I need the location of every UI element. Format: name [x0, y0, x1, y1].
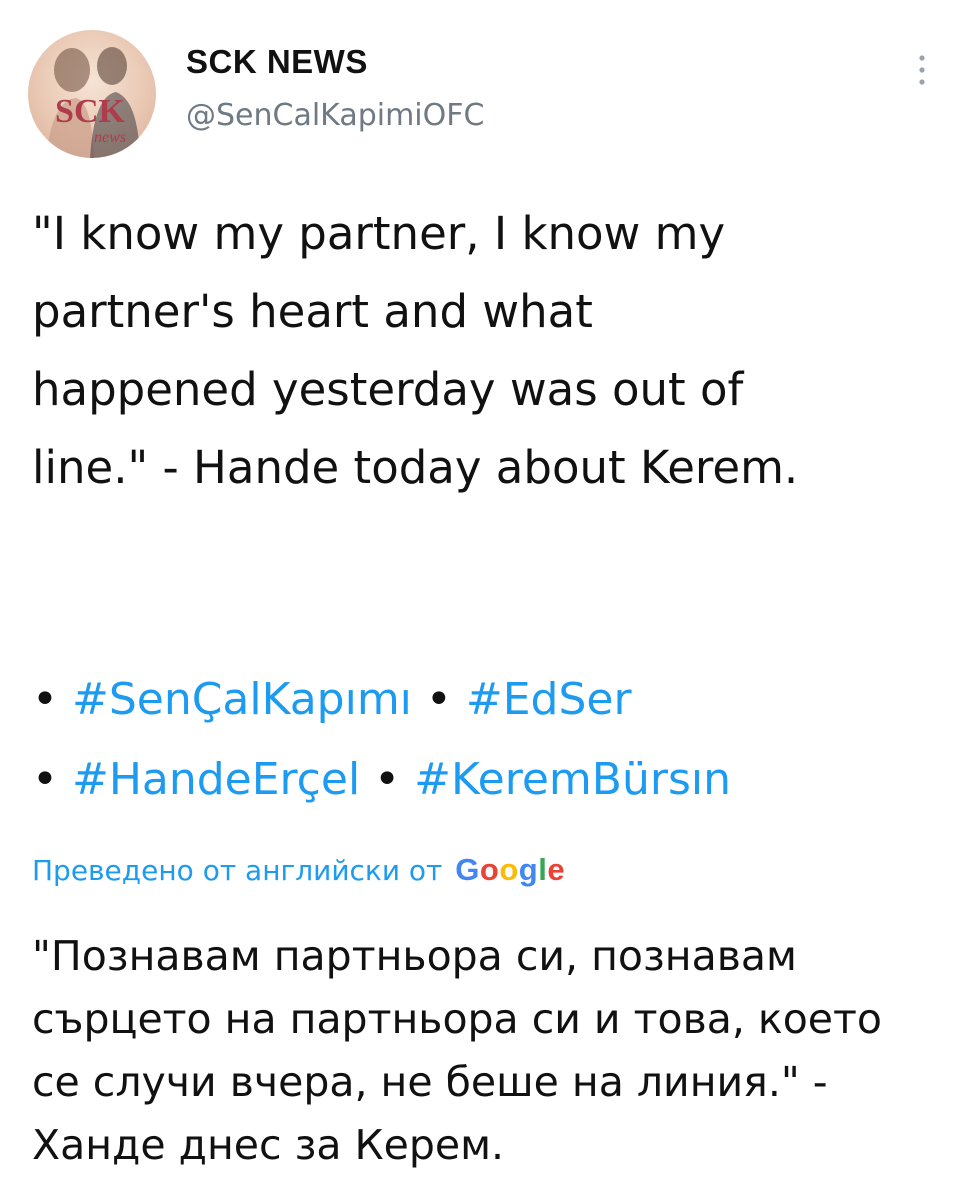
hashtag-list: • #SenÇalKapımı • #EdSer • #HandeErçel •… [32, 660, 932, 820]
google-logo-letter: e [547, 852, 566, 887]
hashtag-line: • #HandeErçel • #KeremBürsın [32, 740, 932, 820]
google-logo-letter: o [499, 852, 519, 887]
google-logo-letter: g [518, 852, 539, 887]
bullet: • [32, 754, 58, 805]
bullet: • [374, 754, 401, 805]
tweet-text: "I know my partner, I know my partner's … [32, 207, 799, 494]
more-options-button[interactable] [900, 40, 944, 100]
avatar[interactable]: SCK news [28, 30, 156, 158]
hashtag-line: • #SenÇalKapımı • #EdSer [32, 660, 932, 740]
google-logo-letter: G [455, 852, 480, 887]
hashtag-link[interactable]: #EdSer [466, 674, 632, 725]
avatar-logo-text: SCK [55, 93, 125, 130]
translation-label: Преведено от английски от [32, 854, 443, 887]
translated-text: "Познавам партньора си, познавам сърцето… [32, 932, 882, 1169]
translation-attribution[interactable]: Преведено от английски от Google [32, 850, 565, 891]
avatar-image: SCK news [46, 47, 140, 158]
google-logo: Google [455, 852, 565, 887]
bullet: • [32, 674, 58, 725]
avatar-logo-subtext: news [94, 129, 126, 146]
display-name[interactable]: SCK NEWS [186, 40, 484, 84]
bullet: • [425, 674, 452, 725]
tweet-card: SCK news SCK NEWS @SenCalKapimiOFC "I kn… [0, 0, 968, 1187]
author-block: SCK NEWS @SenCalKapimiOFC [186, 40, 484, 134]
hashtag-link[interactable]: #HandeErçel [72, 754, 360, 805]
hashtag-link[interactable]: #SenÇalKapımı [72, 674, 412, 725]
hashtag-link[interactable]: #KeremBürsın [414, 754, 731, 805]
google-logo-letter: l [538, 852, 548, 887]
more-vertical-icon [919, 55, 925, 85]
google-logo-letter: o [479, 852, 500, 887]
user-handle[interactable]: @SenCalKapimiOFC [186, 98, 484, 134]
